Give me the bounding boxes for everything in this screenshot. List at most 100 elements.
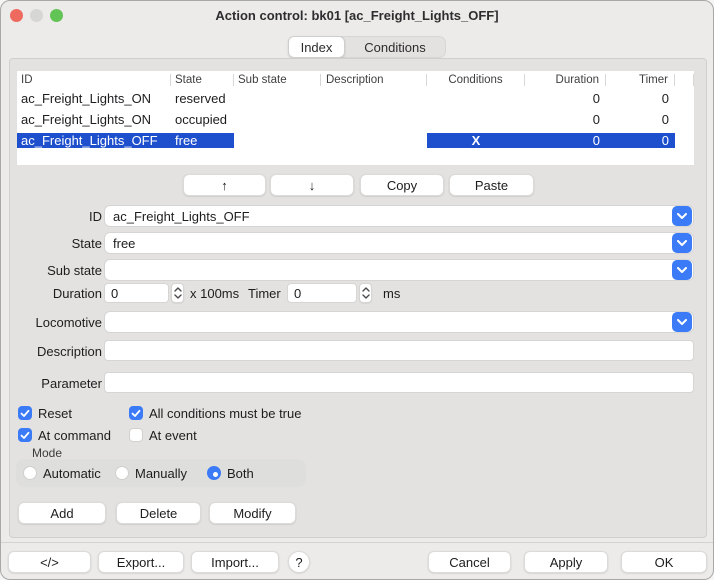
cell-id: ac_Freight_Lights_ON <box>17 112 171 127</box>
code-view-button-label: </> <box>40 555 59 570</box>
tab-conditions-label: Conditions <box>364 40 425 55</box>
id-combobox[interactable]: ac_Freight_Lights_OFF <box>104 205 694 227</box>
mode-manually-label: Manually <box>135 466 187 481</box>
cell-duration: 0 <box>525 133 606 148</box>
table-header: ID State Sub state Description Condition… <box>17 71 694 88</box>
col-header-filler <box>675 74 694 86</box>
parameter-input[interactable] <box>104 372 694 393</box>
chevron-down-icon[interactable] <box>672 260 692 280</box>
footer-divider <box>1 542 714 543</box>
cell-conditions: X <box>427 133 525 148</box>
timer-unit: ms <box>383 286 400 301</box>
cell-timer: 0 <box>606 112 675 127</box>
add-button[interactable]: Add <box>18 502 106 524</box>
description-label: Description <box>10 344 102 359</box>
export-button-label: Export... <box>117 555 165 570</box>
paste-button[interactable]: Paste <box>449 174 534 196</box>
duration-label: Duration <box>10 286 102 301</box>
at-event-checkbox[interactable] <box>129 428 143 442</box>
all-conditions-checkbox-label: All conditions must be true <box>149 406 301 421</box>
ok-button[interactable]: OK <box>621 551 707 573</box>
table-body: ac_Freight_Lights_ONreserved00ac_Freight… <box>17 88 694 151</box>
cell-duration: 0 <box>525 91 606 106</box>
table-row[interactable]: ac_Freight_Lights_ONoccupied 00 <box>17 109 694 130</box>
cell-timer: 0 <box>606 91 675 106</box>
cell-state: reserved <box>171 91 234 106</box>
chevron-down-icon[interactable] <box>672 233 692 253</box>
duration-unit: x 100ms <box>190 286 239 301</box>
timer-label: Timer <box>248 286 281 301</box>
modify-button-label: Modify <box>233 506 271 521</box>
state-label: State <box>10 236 102 251</box>
at-command-checkbox[interactable] <box>18 428 32 442</box>
delete-button[interactable]: Delete <box>116 502 201 524</box>
cell-state: free <box>171 133 234 148</box>
actions-table: ID State Sub state Description Condition… <box>16 70 695 166</box>
chevron-down-icon[interactable] <box>672 206 692 226</box>
tab-bar: Index Conditions <box>288 36 446 58</box>
move-down-button[interactable]: ↓ <box>270 174 354 196</box>
locomotive-combobox[interactable] <box>104 311 694 333</box>
cell-state: occupied <box>171 112 234 127</box>
sub-state-combobox[interactable] <box>104 259 694 281</box>
reset-checkbox[interactable] <box>18 406 32 420</box>
table-row[interactable]: ac_Freight_Lights_OFFfreeX00 <box>17 130 694 151</box>
apply-button[interactable]: Apply <box>524 551 608 573</box>
cell-duration: 0 <box>525 112 606 127</box>
timer-input[interactable] <box>287 283 357 303</box>
state-combobox-value: free <box>105 236 672 251</box>
at-command-checkbox-label: At command <box>38 428 111 443</box>
cancel-button[interactable]: Cancel <box>428 551 511 573</box>
help-button[interactable]: ? <box>288 551 310 573</box>
question-mark-icon: ? <box>295 555 302 570</box>
tab-conditions[interactable]: Conditions <box>345 37 445 57</box>
code-view-button[interactable]: </> <box>8 551 91 573</box>
title-bar: Action control: bk01 [ac_Freight_Lights_… <box>1 1 713 29</box>
mode-manually-radio[interactable] <box>115 466 129 480</box>
apply-button-label: Apply <box>550 555 583 570</box>
move-up-button[interactable]: ↑ <box>183 174 266 196</box>
action-control-dialog: Action control: bk01 [ac_Freight_Lights_… <box>0 0 714 580</box>
col-header-duration[interactable]: Duration <box>525 74 606 86</box>
col-header-state[interactable]: State <box>171 74 234 86</box>
import-button[interactable]: Import... <box>191 551 279 573</box>
col-header-conditions[interactable]: Conditions <box>427 74 525 86</box>
description-input[interactable] <box>104 340 694 361</box>
ok-button-label: OK <box>655 555 674 570</box>
col-header-timer[interactable]: Timer <box>606 74 675 86</box>
col-header-sub-state[interactable]: Sub state <box>234 74 321 86</box>
modify-button[interactable]: Modify <box>209 502 296 524</box>
col-header-description[interactable]: Description <box>321 74 427 86</box>
copy-button[interactable]: Copy <box>360 174 444 196</box>
delete-button-label: Delete <box>140 506 178 521</box>
state-combobox[interactable]: free <box>104 232 694 254</box>
down-arrow-icon: ↓ <box>309 178 316 193</box>
all-conditions-checkbox[interactable] <box>129 406 143 420</box>
mode-both-label: Both <box>227 466 254 481</box>
reset-checkbox-label: Reset <box>38 406 72 421</box>
cell-id: ac_Freight_Lights_OFF <box>17 133 171 148</box>
up-arrow-icon: ↑ <box>221 178 228 193</box>
chevron-down-icon[interactable] <box>672 312 692 332</box>
timer-stepper[interactable] <box>359 283 372 303</box>
id-label: ID <box>10 209 102 224</box>
table-row[interactable]: ac_Freight_Lights_ONreserved00 <box>17 88 694 109</box>
mode-automatic-radio[interactable] <box>23 466 37 480</box>
mode-automatic-label: Automatic <box>43 466 101 481</box>
mode-both-radio[interactable] <box>207 466 221 480</box>
export-button[interactable]: Export... <box>98 551 184 573</box>
cancel-button-label: Cancel <box>449 555 489 570</box>
tab-index[interactable]: Index <box>288 36 345 58</box>
duration-stepper[interactable] <box>171 283 184 303</box>
id-combobox-value: ac_Freight_Lights_OFF <box>105 209 672 224</box>
index-panel: ID State Sub state Description Condition… <box>9 58 707 538</box>
mode-group-label: Mode <box>32 446 62 460</box>
tab-index-label: Index <box>301 40 333 55</box>
paste-button-label: Paste <box>475 178 508 193</box>
locomotive-label: Locomotive <box>10 315 102 330</box>
col-header-id[interactable]: ID <box>17 74 171 86</box>
copy-button-label: Copy <box>387 178 417 193</box>
duration-input[interactable] <box>104 283 169 303</box>
at-event-checkbox-label: At event <box>149 428 197 443</box>
parameter-label: Parameter <box>10 376 102 391</box>
